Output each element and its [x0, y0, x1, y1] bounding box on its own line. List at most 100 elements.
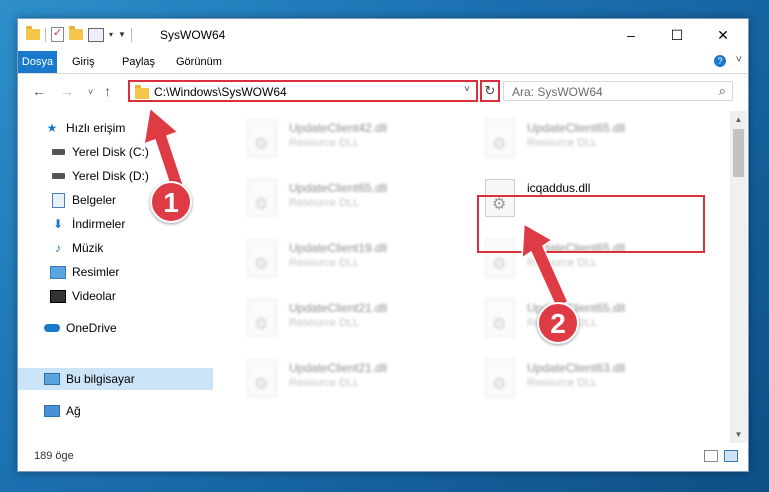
- vertical-scrollbar[interactable]: ▲ ▼: [730, 111, 747, 443]
- file-name: UpdateClient63.dll: [527, 361, 626, 375]
- new-folder-icon[interactable]: [69, 26, 83, 40]
- list-item[interactable]: UpdateClient21.dll Resource DLL: [239, 355, 459, 409]
- dll-file-icon: [485, 299, 515, 337]
- drive-icon: [50, 169, 66, 183]
- sidebar-item-label: Belgeler: [72, 193, 117, 207]
- file-name: UpdateClient65.dll: [527, 121, 626, 135]
- list-item[interactable]: UpdateClient21.dll Resource DLL: [239, 295, 459, 349]
- list-item[interactable]: UpdateClient63.dll Resource DLL: [477, 355, 697, 409]
- back-arrow-icon[interactable]: ←: [32, 83, 46, 99]
- tab-share[interactable]: Paylaş: [112, 51, 165, 73]
- dll-file-icon: [247, 179, 277, 217]
- quick-access-toolbar: ▾ ▼: [26, 26, 132, 42]
- list-item[interactable]: UpdateClient65.dll Resource DLL: [239, 175, 459, 229]
- list-item[interactable]: UpdateClient19.dll Resource DLL: [239, 235, 459, 289]
- file-type: Resource DLL: [527, 377, 598, 389]
- file-name: UpdateClient42.dll: [289, 121, 388, 135]
- refresh-button[interactable]: ↻: [480, 80, 500, 102]
- dll-file-icon: [247, 239, 277, 277]
- chevron-down-icon[interactable]: ˅: [464, 84, 470, 95]
- sidebar-item-onedrive[interactable]: OneDrive: [18, 317, 239, 339]
- sidebar-item-documents[interactable]: Belgeler 📌: [18, 189, 245, 211]
- navigation-pane: ★ Hızlı erişim Yerel Disk (C:) 📌 Yerel D…: [18, 111, 241, 443]
- item-count: 189 öge: [34, 450, 74, 462]
- scroll-up-icon[interactable]: ▲: [730, 111, 747, 128]
- drive-icon: [50, 145, 66, 159]
- dll-file-icon: [247, 299, 277, 337]
- window-title: SysWOW64: [160, 28, 226, 42]
- sidebar-item-pictures[interactable]: Resimler 📌: [18, 261, 245, 283]
- search-placeholder: Ara: SysWOW64: [512, 85, 603, 99]
- list-item[interactable]: UpdateClient65.dll Resource DLL: [477, 295, 697, 349]
- sidebar-item-downloads[interactable]: ⬇ İndirmeler 📌: [18, 213, 245, 235]
- file-type: Resource DLL: [289, 377, 360, 389]
- tab-home[interactable]: Giriş: [62, 51, 105, 73]
- file-name: UpdateClient19.dll: [289, 241, 388, 255]
- sidebar-item-music[interactable]: ♪ Müzik 📌: [18, 237, 245, 259]
- view-options-icon[interactable]: [88, 27, 104, 42]
- up-arrow-icon[interactable]: ↑: [104, 83, 111, 99]
- forward-arrow-icon[interactable]: →: [60, 83, 74, 99]
- sidebar-item-label: Yerel Disk (C:): [72, 145, 149, 159]
- documents-icon: [50, 192, 66, 208]
- sidebar-item-label: İndirmeler: [72, 217, 126, 231]
- cloud-icon: [44, 321, 60, 335]
- file-name: UpdateClient21.dll: [289, 361, 388, 375]
- sidebar-item-label: Videolar: [72, 289, 116, 303]
- chevron-down-icon[interactable]: ˅: [736, 54, 742, 66]
- toolbar-separator: [45, 27, 46, 42]
- sidebar-item-label: Resimler: [72, 265, 120, 279]
- music-icon: ♪: [55, 241, 61, 255]
- details-view-icon[interactable]: [704, 450, 718, 462]
- search-input[interactable]: Ara: SysWOW64 ⌕: [503, 81, 733, 101]
- sidebar-item-this-pc[interactable]: Bu bilgisayar: [18, 368, 213, 390]
- sidebar-item-videos[interactable]: Videolar 📌: [18, 285, 245, 307]
- sidebar-item-label: Bu bilgisayar: [66, 372, 135, 386]
- title-bar: ▾ ▼ SysWOW64 – ☐ ✕: [18, 19, 748, 51]
- address-path[interactable]: C:\Windows\SysWOW64: [154, 85, 287, 99]
- file-name: UpdateClient21.dll: [289, 301, 388, 315]
- customize-toolbar-icon[interactable]: ▼: [118, 30, 126, 39]
- download-icon: ⬇: [52, 217, 64, 231]
- sidebar-item-label: Ağ: [66, 404, 81, 418]
- properties-icon[interactable]: [51, 26, 64, 42]
- tab-file[interactable]: Dosya: [18, 51, 57, 73]
- file-name: UpdateClient65.dll: [289, 181, 388, 195]
- file-type: Resource DLL: [527, 137, 598, 149]
- file-type: Resource DLL: [289, 137, 360, 149]
- sidebar-item-network[interactable]: Ağ: [18, 400, 239, 422]
- videos-icon: [50, 289, 66, 303]
- help-icon[interactable]: ?: [714, 55, 726, 67]
- step-badge-2: 2: [537, 302, 579, 344]
- recent-locations-icon[interactable]: ˅: [88, 87, 93, 97]
- file-type: Resource DLL: [289, 317, 360, 329]
- toolbar-separator: [130, 27, 132, 42]
- scrollbar-thumb[interactable]: [733, 129, 744, 177]
- status-bar: 189 öge: [18, 444, 748, 470]
- ribbon-tabs: Dosya Giriş Paylaş Görünüm ˅ ?: [18, 51, 748, 74]
- sidebar-item-label: Yerel Disk (D:): [72, 169, 149, 183]
- chevron-down-icon[interactable]: ▾: [109, 30, 113, 39]
- scroll-down-icon[interactable]: ▼: [730, 426, 747, 443]
- file-type: Resource DLL: [527, 257, 598, 269]
- folder-icon: [135, 85, 149, 99]
- sidebar-item-drive-c[interactable]: Yerel Disk (C:) 📌: [18, 141, 245, 163]
- list-item[interactable]: UpdateClient65.dll Resource DLL: [477, 115, 697, 169]
- list-item[interactable]: UpdateClient42.dll Resource DLL: [239, 115, 459, 169]
- file-list: UpdateClient42.dll Resource DLL UpdateCl…: [215, 111, 729, 443]
- sidebar-item-quick-access[interactable]: ★ Hızlı erişim: [18, 117, 239, 139]
- maximize-button[interactable]: ☐: [654, 19, 700, 51]
- minimize-button[interactable]: –: [608, 19, 654, 51]
- step-badge-1: 1: [150, 181, 192, 223]
- close-button[interactable]: ✕: [700, 19, 746, 51]
- sidebar-item-label: Müzik: [72, 241, 104, 255]
- address-bar[interactable]: C:\Windows\SysWOW64 ˅: [128, 80, 478, 102]
- explorer-window: ▾ ▼ SysWOW64 – ☐ ✕ Dosya Giriş Paylaş Gö…: [17, 18, 749, 472]
- folder-icon: [26, 26, 40, 40]
- tiles-view-icon[interactable]: [724, 450, 738, 462]
- tab-view[interactable]: Görünüm: [166, 51, 232, 73]
- search-icon[interactable]: ⌕: [719, 83, 726, 99]
- sidebar-item-drive-d[interactable]: Yerel Disk (D:) 📌: [18, 165, 245, 187]
- dll-file-icon: [485, 119, 515, 157]
- dll-file-icon: [247, 359, 277, 397]
